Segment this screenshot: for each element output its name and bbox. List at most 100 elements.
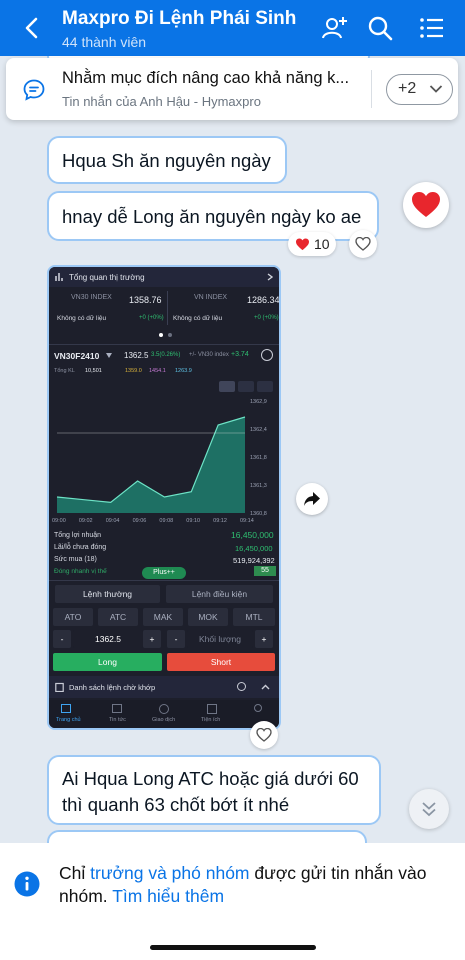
chevron-down-icon (429, 85, 443, 93)
news-icon[interactable] (112, 704, 122, 713)
home-icon[interactable] (61, 704, 71, 713)
bar-chart-icon (55, 273, 63, 281)
total-profit-value: 16,450,000 (231, 530, 274, 540)
add-member-icon[interactable] (321, 14, 349, 42)
pinned-more-button[interactable]: +2 (386, 74, 453, 105)
unrealized-label: Lãi/lỗ chưa đóng (54, 544, 107, 551)
utility-icon[interactable] (207, 704, 217, 714)
floor-price: 1263.9 (175, 368, 192, 374)
clipboard-icon (55, 682, 64, 692)
reaction-summary[interactable]: 10 (288, 232, 336, 256)
heart-outline-icon (256, 728, 272, 742)
long-button[interactable]: Long (53, 653, 162, 671)
reaction-heart-button[interactable] (403, 182, 449, 228)
vn30-value: 1358.76 (129, 295, 162, 305)
reaction-count: 10 (314, 236, 330, 252)
divider (49, 344, 279, 345)
back-arrow-icon[interactable] (18, 14, 46, 42)
price-plus-button[interactable]: + (143, 630, 161, 648)
share-button[interactable] (296, 483, 328, 515)
close-all-value[interactable]: 55 (254, 566, 276, 576)
order-type-mak[interactable]: MAK (143, 608, 183, 626)
line-chart-toggle[interactable] (219, 381, 235, 392)
price-minus-button[interactable]: - (53, 630, 71, 648)
notice-text: Chỉ trưởng và phó nhóm được gửi tin nhắn… (59, 862, 455, 908)
react-button[interactable] (349, 230, 377, 258)
tab-conditional-order[interactable]: Lệnh điều kiện (166, 585, 273, 603)
order-type-mtl[interactable]: MTL (233, 608, 275, 626)
plus-badge[interactable]: Plus++ (142, 567, 186, 579)
qty-plus-button[interactable]: + (255, 630, 273, 648)
pinned-message[interactable]: Nhằm mục đích nâng cao khả năng k... Tin… (6, 58, 458, 120)
message-bubble[interactable]: Hqua Sh ăn nguyên ngày (47, 136, 287, 184)
chevron-right-icon[interactable] (267, 273, 273, 281)
trading-app-screenshot[interactable]: Tổng quan thị trường VN30 INDEX 1358.76 … (47, 265, 281, 730)
heart-outline-icon (355, 237, 371, 251)
y-tick-label: 1362,4 (250, 427, 267, 433)
ceiling-price: 1454.1 (149, 368, 166, 374)
order-type-atc[interactable]: ATC (98, 608, 138, 626)
x-tick-label: 09:06 (133, 518, 147, 524)
x-tick-label: 09:04 (106, 518, 120, 524)
buying-power-value: 519,924,392 (233, 556, 275, 565)
page-dot (168, 333, 172, 337)
nav-utility[interactable]: Tiện ích (201, 717, 220, 723)
caret-down-icon[interactable] (106, 353, 112, 358)
qty-minus-button[interactable]: - (167, 630, 185, 648)
notice-prefix: Chỉ (59, 863, 91, 883)
nav-home[interactable]: Trang chủ (56, 717, 81, 723)
home-indicator (150, 945, 316, 950)
vnindex-value: 1286.34 (247, 295, 280, 305)
double-chevron-down-icon (422, 802, 436, 817)
settings-toggle-icon[interactable] (261, 349, 273, 361)
learn-more-link[interactable]: Tìm hiểu thêm (112, 886, 224, 906)
x-tick-label: 09:10 (186, 518, 200, 524)
x-tick-label: 09:00 (52, 518, 66, 524)
refresh-icon[interactable] (237, 682, 246, 691)
close-all-label[interactable]: Đóng nhanh vị thế (54, 568, 107, 575)
area-fill (57, 417, 245, 513)
symbol-name[interactable]: VN30F2410 (54, 351, 99, 361)
restricted-notice-footer: Chỉ trưởng và phó nhóm được gửi tin nhắn… (0, 843, 465, 960)
account-icon[interactable] (254, 704, 262, 712)
message-bubble[interactable]: Ai Hqua Long ATC hoặc giá dưới 60 thì qu… (47, 755, 381, 825)
volume-value: 10,501 (85, 368, 102, 374)
symbol-price: 1362.5 (124, 351, 149, 360)
short-button[interactable]: Short (167, 653, 275, 671)
react-button[interactable] (250, 721, 278, 749)
nav-trade[interactable]: Giao dịch (152, 717, 175, 723)
vn30-change: +0 (+0%) (139, 315, 164, 321)
price-input[interactable]: 1362.5 (73, 630, 143, 648)
y-tick-label: 1361,8 (250, 455, 267, 461)
group-title[interactable]: Maxpro Đi Lệnh Phái Sinh (62, 8, 296, 30)
total-profit-label: Tổng lợi nhuận (54, 532, 102, 539)
overview-title: Tổng quan thị trường (69, 273, 145, 282)
scroll-to-bottom-button[interactable] (409, 789, 449, 829)
y-tick-label: 1362,9 (250, 399, 267, 405)
y-tick-label: 1360,8 (250, 511, 267, 517)
vn30-label: VN30 INDEX (71, 294, 112, 301)
tab-normal-order[interactable]: Lệnh thường (55, 585, 160, 603)
search-icon[interactable] (366, 14, 394, 42)
order-type-ato[interactable]: ATO (53, 608, 93, 626)
price-area-chart: 1362,9 1362,4 1361,8 1361,3 1360,8 09:00 09:02… (52, 399, 267, 524)
chat-bubble-icon (23, 79, 45, 101)
page-dot-active (159, 333, 163, 337)
vn30-no-data: Không có dữ liệu (57, 315, 107, 322)
y-tick-label: 1361,3 (250, 483, 267, 489)
timeframe-toggle[interactable] (257, 381, 273, 392)
x-tick-label: 09:14 (240, 518, 254, 524)
admins-link[interactable]: trưởng và phó nhóm (90, 863, 249, 883)
order-type-mok[interactable]: MOK (188, 608, 228, 626)
chevron-up-icon[interactable] (261, 684, 270, 690)
nav-news[interactable]: Tin tức (109, 717, 126, 723)
trade-icon[interactable] (159, 704, 169, 714)
quantity-input[interactable]: Khối lượng (187, 630, 253, 648)
share-arrow-icon (304, 492, 320, 506)
menu-list-icon[interactable] (418, 14, 446, 42)
divider (49, 580, 279, 581)
candle-chart-toggle[interactable] (238, 381, 254, 392)
basis-value: +3.74 (231, 351, 249, 358)
x-tick-label: 09:08 (159, 518, 173, 524)
pinned-more-label: +2 (398, 80, 417, 97)
